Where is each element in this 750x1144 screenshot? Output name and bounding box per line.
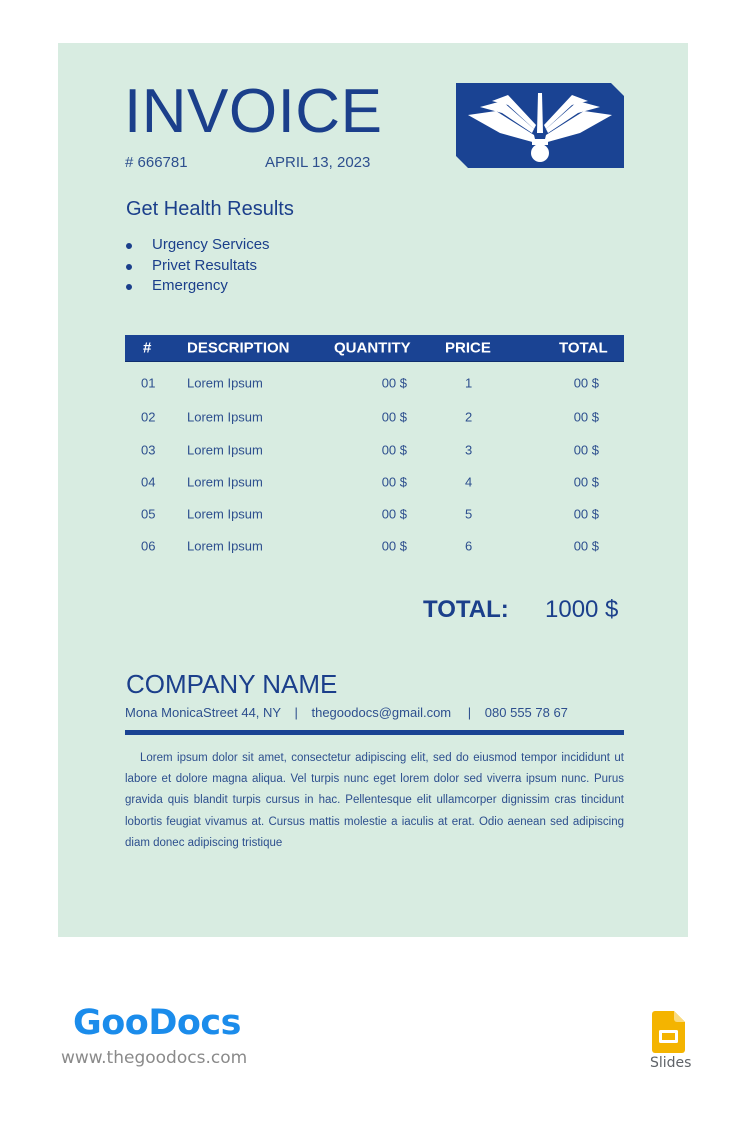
company-contact: Mona MonicaStreet 44, NY | thegoodocs@gm… — [125, 705, 568, 720]
invoice-date: APRIL 13, 2023 — [265, 154, 371, 171]
row-total: 00 $ — [573, 442, 599, 458]
company-address: Mona MonicaStreet 44, NY — [125, 705, 281, 720]
row-quantity: 00 $ — [381, 375, 407, 390]
service-label: Privet Resultats — [152, 256, 258, 274]
services-list: Urgency Services Privet Resultats Emerge… — [126, 235, 270, 297]
service-label: Urgency Services — [152, 236, 270, 253]
row-num: 03 — [141, 442, 156, 458]
row-total: 00 $ — [573, 474, 599, 490]
table-row: 02 Lorem Ipsum 00 $ 2 00 $ — [125, 399, 624, 434]
table-row: 04 Lorem Ipsum 00 $ 4 00 $ — [125, 466, 624, 498]
row-price: 5 — [465, 506, 473, 522]
row-quantity: 00 $ — [381, 538, 407, 554]
table-row: 01 Lorem Ipsum 00 $ 1 00 $ — [125, 366, 624, 399]
row-num: 06 — [141, 538, 156, 554]
row-description: Lorem Ipsum — [187, 538, 263, 554]
row-price: 6 — [465, 538, 473, 554]
row-price: 4 — [465, 474, 473, 490]
invoice-page: INVOICE # 666781 APRIL 13, 2023 Get Heal… — [58, 43, 688, 937]
row-quantity: 00 $ — [381, 474, 407, 490]
row-description: Lorem Ipsum — [187, 474, 263, 490]
row-description: Lorem Ipsum — [187, 409, 263, 424]
list-item: Emergency — [126, 276, 270, 297]
services-heading: Get Health Results — [126, 198, 294, 220]
row-num: 01 — [141, 375, 156, 390]
company-email: thegoodocs@gmail.com — [311, 705, 452, 720]
row-description: Lorem Ipsum — [187, 375, 263, 390]
row-quantity: 00 $ — [381, 409, 407, 424]
table-row: 03 Lorem Ipsum 00 $ 3 00 $ — [125, 434, 624, 466]
row-num: 05 — [141, 506, 156, 522]
row-quantity: 00 $ — [381, 442, 407, 458]
website-link[interactable]: www.thegoodocs.com — [61, 1048, 247, 1068]
bullet-icon — [126, 284, 132, 290]
separator: | — [294, 705, 298, 720]
invoice-table: # DESCRIPTION QUANTITY PRICE TOTAL 01 Lor… — [125, 335, 624, 562]
row-price: 3 — [465, 442, 473, 458]
company-description: Lorem ipsum dolor sit amet, consectetur … — [125, 752, 624, 849]
row-description: Lorem Ipsum — [187, 506, 263, 522]
header-quantity: QUANTITY — [334, 339, 411, 357]
row-total: 00 $ — [573, 538, 599, 554]
list-item: Privet Resultats — [126, 256, 270, 277]
goodocs-logo: GooDocs — [73, 1003, 242, 1043]
company-phone: 080 555 78 67 — [484, 705, 568, 720]
row-quantity: 00 $ — [381, 506, 407, 522]
row-total: 00 $ — [573, 409, 599, 424]
row-num: 02 — [141, 409, 156, 424]
total-label: TOTAL: — [423, 596, 509, 623]
table-body: 01 Lorem Ipsum 00 $ 1 00 $ 02 Lorem Ipsum 00 $ 2… — [125, 362, 624, 562]
separator: | — [467, 705, 472, 720]
service-label: Emergency — [152, 277, 228, 294]
table-header: # DESCRIPTION QUANTITY PRICE TOTAL — [125, 335, 624, 362]
list-item: Urgency Services — [126, 235, 270, 256]
bullet-icon — [126, 243, 132, 249]
table-row: 06 Lorem Ipsum 00 $ 6 00 $ — [125, 530, 624, 562]
header-description: DESCRIPTION — [187, 339, 290, 357]
row-description: Lorem Ipsum — [187, 442, 263, 458]
divider — [125, 730, 624, 735]
google-slides-icon — [652, 1011, 685, 1053]
winged-emblem-icon — [456, 83, 624, 168]
bullet-icon — [126, 263, 132, 270]
row-total: 00 $ — [573, 506, 599, 522]
invoice-title: INVOICE — [124, 77, 383, 146]
invoice-number: # 666781 — [125, 154, 188, 171]
header-num: # — [143, 339, 152, 357]
total-value: 1000 $ — [545, 596, 619, 623]
row-total: 00 $ — [573, 375, 599, 390]
row-price: 1 — [465, 375, 473, 390]
table-row: 05 Lorem Ipsum 00 $ 5 00 $ — [125, 498, 624, 530]
header-total: TOTAL — [559, 339, 608, 357]
company-name: COMPANY NAME — [126, 669, 338, 699]
row-price: 2 — [465, 409, 473, 424]
row-num: 04 — [141, 474, 156, 490]
header-price: PRICE — [445, 339, 491, 357]
slides-label: Slides — [650, 1055, 692, 1071]
